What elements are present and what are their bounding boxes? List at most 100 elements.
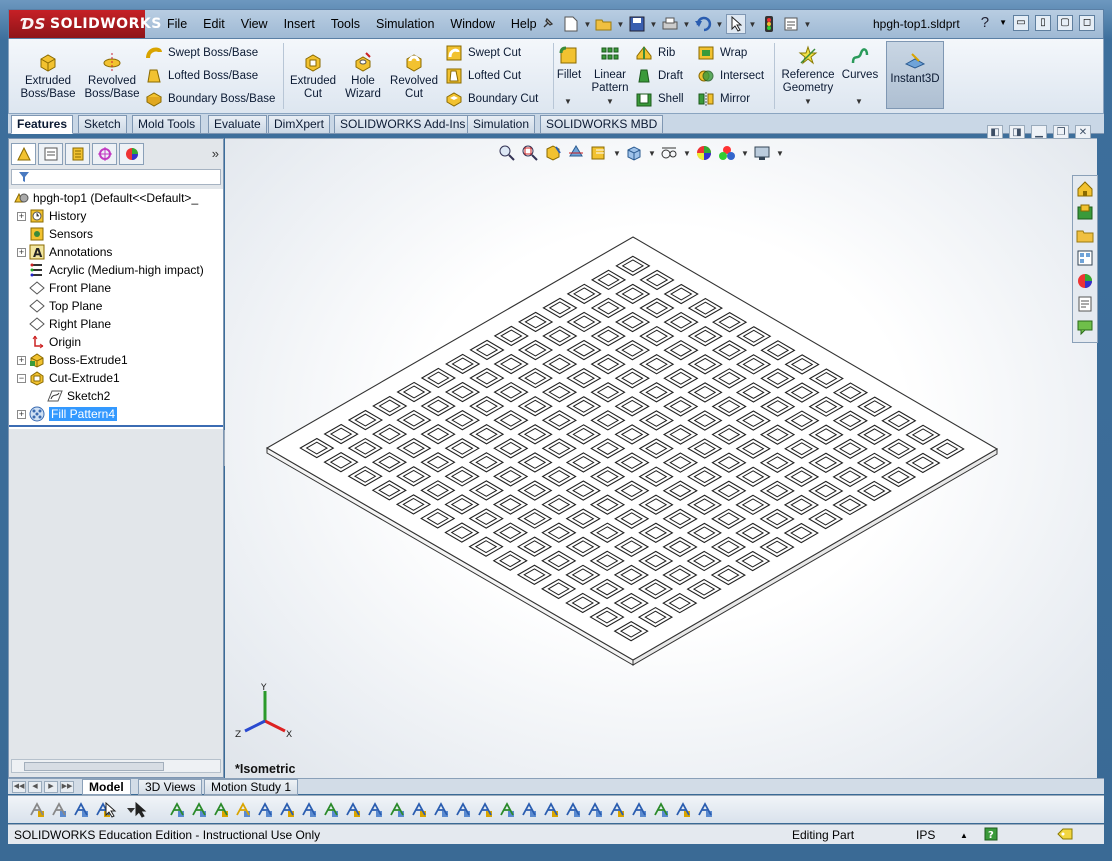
view-palette-icon[interactable] bbox=[1074, 248, 1096, 268]
expand-panel-icon[interactable]: » bbox=[212, 146, 219, 161]
filter-centerline-icon[interactable] bbox=[410, 801, 428, 819]
tag-icon[interactable] bbox=[1056, 827, 1074, 841]
draft-button[interactable]: Draft bbox=[635, 67, 683, 85]
filter-center-marks-icon[interactable] bbox=[388, 801, 406, 819]
tab-sketch[interactable]: Sketch bbox=[78, 115, 127, 134]
intersect-button[interactable]: Intersect bbox=[697, 67, 764, 85]
shell-button[interactable]: Shell bbox=[635, 90, 684, 108]
viewport-tile-icon[interactable]: ◧ bbox=[987, 125, 1003, 139]
filter-faces-icon[interactable] bbox=[212, 801, 230, 819]
file-properties-icon[interactable] bbox=[781, 14, 801, 34]
menu-tools[interactable]: Tools bbox=[323, 17, 368, 31]
tab-features[interactable]: Features bbox=[11, 115, 74, 134]
view-settings-icon[interactable] bbox=[753, 144, 771, 162]
menu-view[interactable]: View bbox=[233, 17, 276, 31]
viewport-split-icon[interactable]: ◨ bbox=[1009, 125, 1025, 139]
forum-icon[interactable] bbox=[1074, 317, 1096, 337]
filter-cosmetic-thread-icon[interactable] bbox=[586, 801, 604, 819]
tab-evaluate[interactable]: Evaluate bbox=[208, 115, 267, 134]
filter-surface-bodies-icon[interactable] bbox=[234, 801, 252, 819]
menu-simulation[interactable]: Simulation bbox=[368, 17, 442, 31]
menu-help[interactable]: Help bbox=[503, 17, 545, 31]
open-folder-icon[interactable] bbox=[594, 14, 614, 34]
filter-datum-feature-icon[interactable] bbox=[520, 801, 538, 819]
open-dropdown-icon[interactable]: ▼ bbox=[616, 20, 625, 29]
menu-insert[interactable]: Insert bbox=[276, 17, 323, 31]
expand-toggle-icon[interactable]: + bbox=[17, 211, 26, 221]
appearances-scenes-icon[interactable] bbox=[1074, 271, 1096, 291]
extruded-boss-button[interactable]: Extruded Boss/Base bbox=[15, 51, 81, 101]
linear-pattern-button[interactable]: Linear Pattern bbox=[587, 45, 633, 95]
axis-triad[interactable]: Y X Z bbox=[233, 683, 293, 739]
hide-show-dropdown-icon[interactable]: ▼ bbox=[683, 149, 691, 158]
tree-item-boss-extrude[interactable]: + Boss-Extrude1 bbox=[17, 351, 128, 369]
viewport-minimize-icon[interactable]: ▁ bbox=[1031, 125, 1047, 139]
curves-button[interactable]: Curves bbox=[839, 45, 881, 82]
print-icon[interactable] bbox=[660, 14, 680, 34]
tree-item-right-plane[interactable]: Right Plane bbox=[29, 315, 111, 333]
menu-edit[interactable]: Edit bbox=[195, 17, 233, 31]
edit-appearance-icon[interactable] bbox=[695, 144, 713, 162]
scrollbar-thumb[interactable] bbox=[24, 762, 164, 771]
save-icon[interactable] bbox=[627, 14, 647, 34]
solidworks-logo[interactable]: ƊS SOLIDWORKS bbox=[9, 10, 161, 38]
tab-simulation[interactable]: Simulation bbox=[467, 115, 536, 134]
tree-item-fill-pattern[interactable]: + Fill Pattern4 bbox=[17, 405, 118, 423]
tree-item-top-plane[interactable]: Top Plane bbox=[29, 297, 102, 315]
viewport-restore-icon[interactable]: ❐ bbox=[1053, 125, 1069, 139]
close-icon[interactable]: ◻ bbox=[1079, 14, 1095, 31]
filter-dowel-pin-icon[interactable] bbox=[630, 801, 648, 819]
toggle-filter-toolbar-icon[interactable] bbox=[28, 801, 46, 819]
prev-tab-icon[interactable]: ◀ bbox=[28, 781, 42, 793]
first-tab-icon[interactable]: ◀◀ bbox=[12, 781, 26, 793]
swept-cut-button[interactable]: Swept Cut bbox=[445, 44, 521, 62]
help-status-icon[interactable]: ? bbox=[984, 827, 998, 841]
expand-toggle-icon[interactable]: + bbox=[17, 409, 26, 419]
configuration-manager-tab-icon[interactable] bbox=[65, 143, 90, 165]
design-library-icon[interactable] bbox=[1074, 202, 1096, 222]
lofted-cut-button[interactable]: Lofted Cut bbox=[445, 67, 521, 85]
curves-dropdown-icon[interactable]: ▼ bbox=[855, 97, 863, 106]
minimize-icon[interactable]: ▭ bbox=[1013, 14, 1029, 31]
reference-dropdown-icon[interactable]: ▼ bbox=[804, 97, 812, 106]
rollback-bar[interactable] bbox=[9, 425, 223, 427]
filter-sketch-segments-icon[interactable] bbox=[344, 801, 362, 819]
pin-icon[interactable] bbox=[541, 16, 555, 30]
tree-item-sensors[interactable]: Sensors bbox=[29, 225, 93, 243]
undo-dropdown-icon[interactable]: ▼ bbox=[715, 20, 724, 29]
tree-item-front-plane[interactable]: Front Plane bbox=[29, 279, 111, 297]
zoom-to-area-icon[interactable] bbox=[521, 144, 539, 162]
tree-item-material[interactable]: Acrylic (Medium-high impact) bbox=[29, 261, 204, 279]
expand-toggle-icon[interactable]: + bbox=[17, 355, 26, 365]
previous-view-icon[interactable] bbox=[544, 144, 562, 162]
isometric-model[interactable] bbox=[225, 169, 1097, 769]
fillet-dropdown-icon[interactable]: ▼ bbox=[564, 97, 572, 106]
reference-geometry-button[interactable]: Reference Geometry bbox=[777, 45, 839, 95]
solidworks-resources-icon[interactable] bbox=[1074, 179, 1096, 199]
save-dropdown-icon[interactable]: ▼ bbox=[649, 20, 658, 29]
display-style-dropdown-icon[interactable]: ▼ bbox=[648, 149, 656, 158]
section-view-icon[interactable] bbox=[567, 144, 585, 162]
view-settings-dropdown-icon[interactable]: ▼ bbox=[776, 149, 784, 158]
select-dropdown-icon[interactable]: ▼ bbox=[748, 20, 757, 29]
properties-dropdown-icon[interactable]: ▼ bbox=[803, 20, 812, 29]
menu-window[interactable]: Window bbox=[442, 17, 502, 31]
last-tab-icon[interactable]: ▶▶ bbox=[60, 781, 74, 793]
menu-file[interactable]: File bbox=[159, 17, 195, 31]
selection-arrow-icon[interactable] bbox=[102, 801, 120, 819]
print-dropdown-icon[interactable]: ▼ bbox=[682, 20, 691, 29]
revolved-cut-button[interactable]: Revolved Cut bbox=[387, 51, 441, 101]
filter-surface-finish-icon[interactable] bbox=[454, 801, 472, 819]
new-dropdown-icon[interactable]: ▼ bbox=[583, 20, 592, 29]
tab-addins[interactable]: SOLIDWORKS Add-Ins bbox=[334, 115, 472, 134]
view-orientation-icon[interactable] bbox=[625, 144, 643, 162]
unit-system-text[interactable]: IPS bbox=[916, 828, 935, 842]
tree-item-annotations[interactable]: + A Annotations bbox=[17, 243, 112, 261]
next-tab-icon[interactable]: ▶ bbox=[44, 781, 58, 793]
filter-routing-points-icon[interactable] bbox=[674, 801, 692, 819]
rebuild-traffic-light-icon[interactable] bbox=[759, 14, 779, 34]
toggle-selection-filters-icon[interactable] bbox=[50, 801, 68, 819]
restore-icon[interactable]: ▢ bbox=[1057, 14, 1073, 31]
apply-scene-icon[interactable] bbox=[718, 144, 736, 162]
property-manager-tab-icon[interactable] bbox=[38, 143, 63, 165]
